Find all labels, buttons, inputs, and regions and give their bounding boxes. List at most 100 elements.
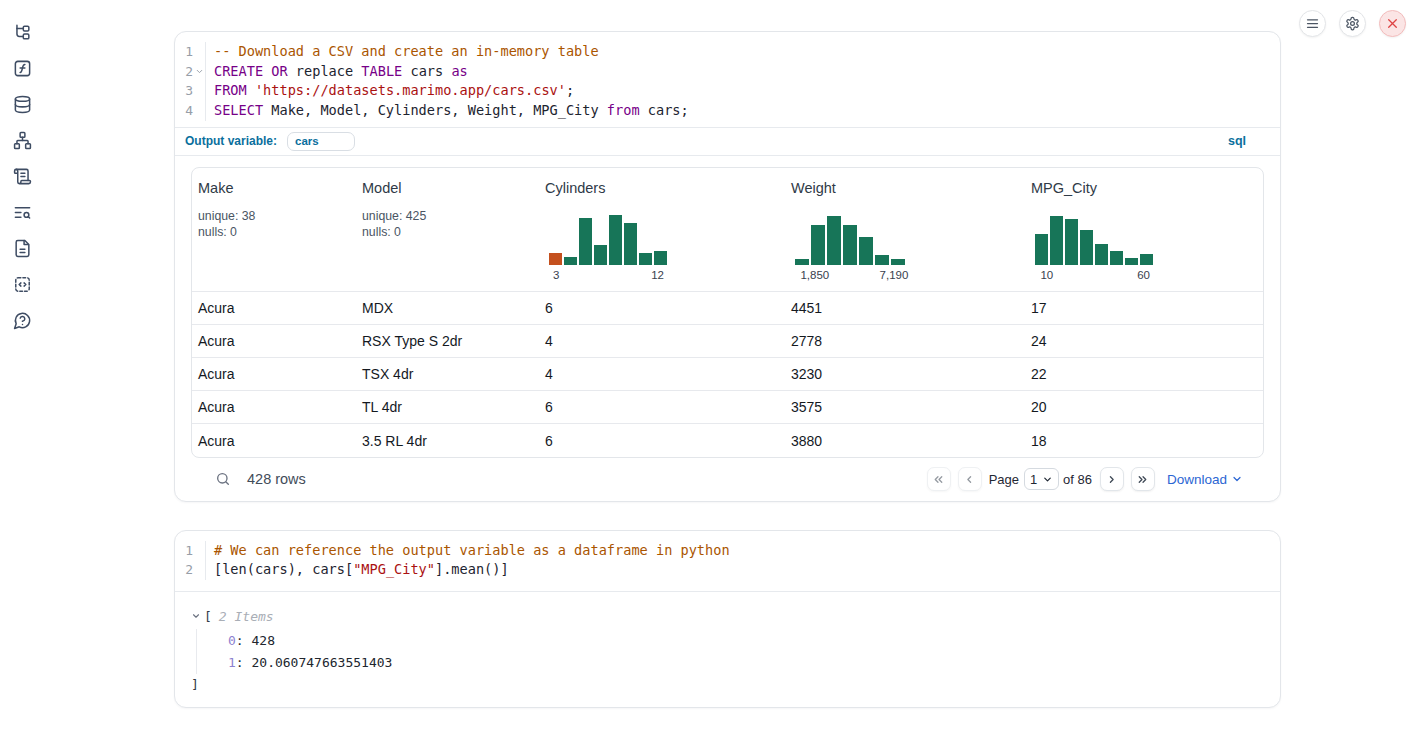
search-icon[interactable]	[215, 471, 231, 487]
chevron-left-icon	[963, 473, 976, 486]
line-number-gutter: 1234	[175, 42, 206, 121]
file-tree-icon[interactable]	[13, 23, 32, 42]
histogram-bar[interactable]	[594, 245, 607, 265]
table-cell: RSX Type S 2dr	[356, 325, 539, 358]
histogram-bar[interactable]	[624, 223, 637, 265]
column-histogram: 1060	[1035, 213, 1153, 283]
histogram-bar[interactable]	[564, 257, 577, 265]
collapse-toggle-icon[interactable]	[191, 611, 201, 621]
line-number: 3	[175, 81, 205, 101]
python-code-editor[interactable]: 12 # We can reference the output variabl…	[175, 531, 1280, 591]
snippets-icon[interactable]	[13, 275, 32, 294]
histogram-bar[interactable]	[843, 225, 857, 265]
code-line[interactable]: -- Download a CSV and create an in-memor…	[214, 42, 689, 62]
function-icon[interactable]	[13, 59, 32, 78]
prev-page-button[interactable]	[958, 467, 982, 491]
histogram-bar[interactable]	[654, 251, 667, 265]
page-total: of 86	[1063, 472, 1092, 487]
notebook: 1234 -- Download a CSV and create an in-…	[174, 31, 1281, 708]
row-count: 428 rows	[247, 471, 306, 487]
python-output: [ 2 Items 0: 4281: 20.060747663551403 ]	[175, 592, 1280, 707]
chevron-down-icon	[1042, 474, 1053, 485]
shutdown-button[interactable]	[1379, 10, 1406, 37]
code-line[interactable]: FROM 'https://datasets.marimo.app/cars.c…	[214, 81, 689, 101]
table-cell: 18	[1025, 424, 1264, 457]
table-cell: 22	[1025, 358, 1264, 391]
histogram-bar[interactable]	[1110, 251, 1123, 265]
histogram-bar[interactable]	[1065, 219, 1078, 265]
menu-button[interactable]	[1299, 10, 1326, 37]
column-histogram: 312	[549, 213, 667, 283]
histogram-bar[interactable]	[1095, 244, 1108, 265]
histogram-bar[interactable]	[1080, 230, 1093, 265]
histogram-min-label: 3	[553, 269, 559, 281]
output-variable-input[interactable]: cars	[287, 132, 355, 151]
histogram-min-label: 10	[1040, 269, 1053, 281]
table-cell: TSX 4dr	[356, 358, 539, 391]
histogram-bar[interactable]	[1035, 234, 1048, 265]
download-button[interactable]: Download	[1167, 472, 1243, 487]
sql-code-editor[interactable]: 1234 -- Download a CSV and create an in-…	[175, 32, 1280, 127]
close-icon	[1386, 17, 1399, 30]
code-line[interactable]: SELECT Make, Model, Cylinders, Weight, M…	[214, 101, 689, 121]
histogram-bar[interactable]	[549, 253, 562, 265]
column-stats: unique: 425nulls: 0	[362, 208, 533, 241]
histogram-bar[interactable]	[811, 225, 825, 265]
histogram-bar[interactable]	[579, 218, 592, 265]
chevron-right-icon	[1105, 473, 1118, 486]
table-row[interactable]: AcuraMDX6445117	[192, 292, 1264, 325]
help-icon[interactable]	[13, 311, 32, 330]
histogram-bar[interactable]	[609, 215, 622, 265]
page-select-value: 1	[1030, 472, 1037, 487]
first-page-button[interactable]	[927, 467, 951, 491]
table-cell: Acura	[192, 292, 356, 325]
sql-code[interactable]: -- Download a CSV and create an in-memor…	[206, 42, 689, 121]
fold-chevron-icon[interactable]	[193, 66, 205, 78]
page-select[interactable]: 1	[1024, 468, 1059, 490]
database-icon[interactable]	[13, 95, 32, 114]
table-row[interactable]: AcuraTL 4dr6357520	[192, 391, 1264, 424]
histogram-bar[interactable]	[1050, 216, 1063, 265]
table-cell: 4	[539, 325, 785, 358]
histogram-bar[interactable]	[1125, 258, 1138, 265]
line-number-gutter: 12	[175, 541, 206, 580]
settings-button[interactable]	[1339, 10, 1366, 37]
output-variable-label: Output variable:	[185, 134, 277, 148]
column-histogram: 1,8507,190	[795, 213, 905, 283]
table-cell: TL 4dr	[356, 391, 539, 424]
column-header-weight[interactable]: Weight1,8507,190	[785, 168, 1025, 292]
column-header-model[interactable]: Modelunique: 425nulls: 0	[356, 168, 539, 292]
line-number: 2	[175, 62, 205, 82]
code-line[interactable]: CREATE OR replace TABLE cars as	[214, 62, 689, 82]
column-header-cylinders[interactable]: Cylinders312	[539, 168, 785, 292]
code-line[interactable]: [len(cars), cars["MPG_City"].mean()]	[214, 560, 730, 580]
histogram-bar[interactable]	[827, 216, 841, 265]
table-row[interactable]: AcuraRSX Type S 2dr4277824	[192, 325, 1264, 358]
logs-icon[interactable]	[13, 203, 32, 222]
column-header-mpg_city[interactable]: MPG_City1060	[1025, 168, 1264, 292]
sql-output: Makeunique: 38nulls: 0Modelunique: 425nu…	[175, 156, 1280, 501]
sql-cell: 1234 -- Download a CSV and create an in-…	[174, 31, 1281, 502]
scratchpad-icon[interactable]	[13, 167, 32, 186]
table-row[interactable]: Acura3.5 RL 4dr6388018	[192, 424, 1264, 457]
last-page-button[interactable]	[1131, 467, 1155, 491]
open-bracket: [	[204, 609, 212, 624]
histogram-bar[interactable]	[1140, 254, 1153, 265]
column-header-make[interactable]: Makeunique: 38nulls: 0	[192, 168, 356, 292]
dependency-graph-icon[interactable]	[13, 131, 32, 150]
chevrons-right-icon	[1136, 473, 1149, 486]
code-line[interactable]: # We can reference the output variable a…	[214, 541, 730, 561]
line-number: 1	[175, 541, 205, 561]
python-code[interactable]: # We can reference the output variable a…	[206, 541, 730, 580]
histogram-bar[interactable]	[639, 253, 652, 265]
table-row[interactable]: AcuraTSX 4dr4323022	[192, 358, 1264, 391]
table-cell: Acura	[192, 424, 356, 457]
table-cell: 4451	[785, 292, 1025, 325]
close-bracket: ]	[191, 674, 1264, 695]
table-cell: 24	[1025, 325, 1264, 358]
column-stats: unique: 38nulls: 0	[198, 208, 350, 241]
histogram-bar[interactable]	[859, 237, 873, 265]
next-page-button[interactable]	[1100, 467, 1124, 491]
documentation-icon[interactable]	[13, 239, 32, 258]
histogram-bar[interactable]	[875, 255, 889, 265]
